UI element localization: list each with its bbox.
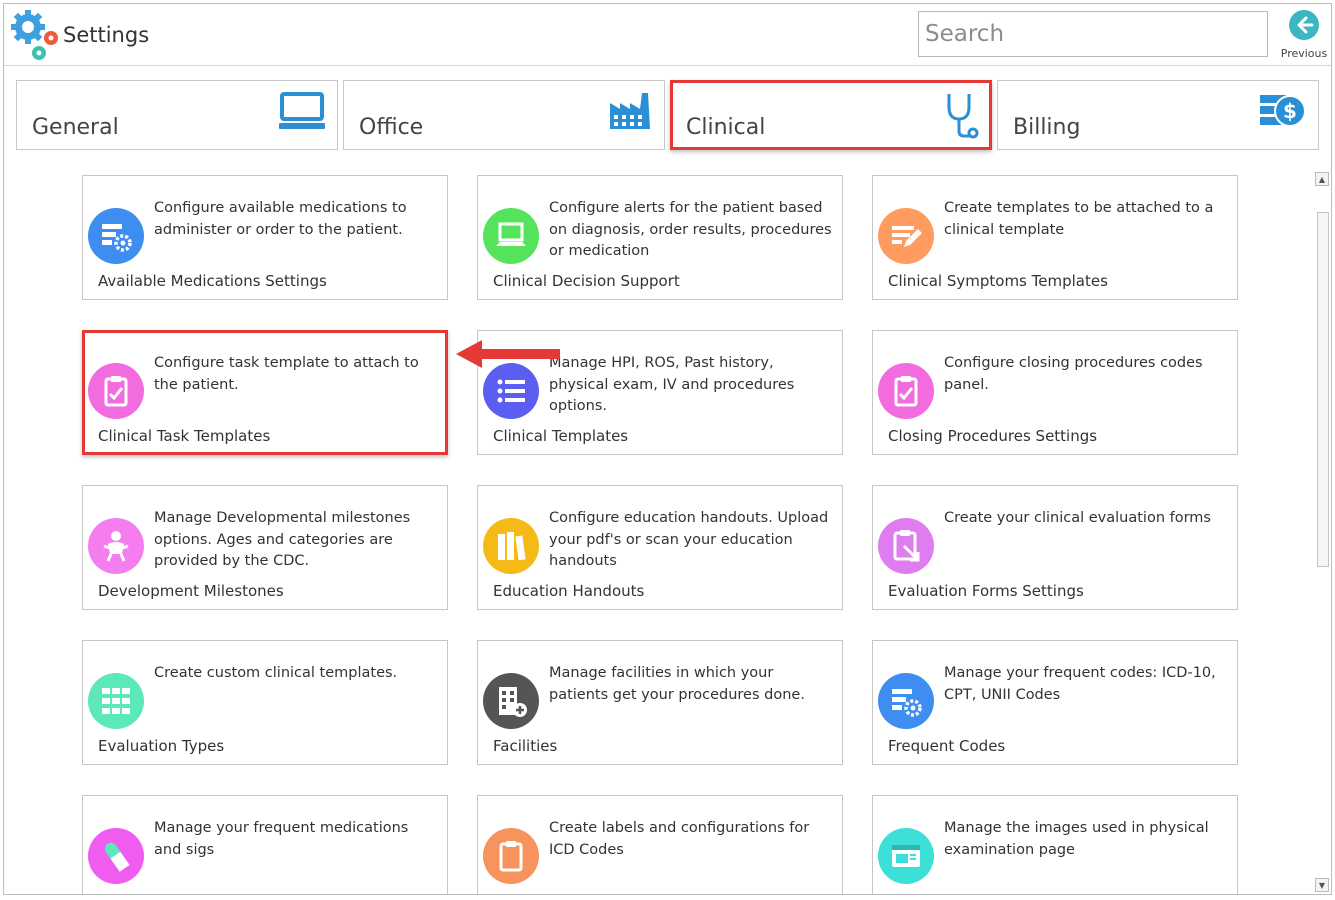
scroll-down-button[interactable]: ▼	[1315, 878, 1329, 892]
card-description: Create templates to be attached to a cli…	[944, 200, 1214, 238]
card-title: Clinical Templates	[493, 427, 629, 445]
card-description: Manage HPI, ROS, Past history, physical …	[549, 355, 795, 414]
clipboard-check-icon	[878, 363, 934, 419]
tab-clinical[interactable]: Clinical	[670, 80, 992, 150]
card-clinical-task-templates[interactable]: Configure task template to attach to the…	[82, 330, 448, 455]
building-add-icon	[483, 673, 539, 729]
tab-office[interactable]: Office	[343, 80, 665, 150]
card-description: Configure available medications to admin…	[154, 200, 407, 238]
card-description: Manage facilities in which your patients…	[549, 665, 805, 703]
card-frequent-codes[interactable]: Manage your frequent codes: ICD-10, CPT,…	[872, 640, 1238, 765]
app-title: Settings	[63, 23, 150, 47]
card-description: Configure task template to attach to the…	[154, 355, 419, 393]
card-education-handouts[interactable]: Configure education handouts. Upload you…	[477, 485, 843, 610]
settings-list-icon	[88, 208, 144, 264]
card-description: Configure alerts for the patient based o…	[549, 200, 832, 259]
stethoscope-icon	[947, 94, 979, 139]
pill-icon	[88, 828, 144, 884]
card-title: Clinical Task Templates	[98, 427, 271, 445]
clipboard-icon	[483, 828, 539, 884]
edit-lines-icon	[878, 208, 934, 264]
books-icon	[483, 518, 539, 574]
card-description: Manage Developmental milestones options.…	[154, 510, 411, 569]
card-title: Clinical Decision Support	[493, 272, 680, 290]
monitor-icon	[279, 92, 325, 129]
search-input[interactable]	[918, 11, 1268, 57]
image-icon	[878, 828, 934, 884]
card-facilities[interactable]: Manage facilities in which your patients…	[477, 640, 843, 765]
card-description: Manage the images used in physical exami…	[944, 820, 1209, 858]
card-title: Available Medications Settings	[98, 272, 327, 290]
tab-billing[interactable]: Billing $	[997, 80, 1319, 150]
tab-label: Clinical	[686, 115, 766, 140]
tab-label: Office	[359, 115, 424, 140]
card-title: Frequent Codes	[888, 737, 1006, 755]
card-title: Education Handouts	[493, 582, 645, 600]
card-development-milestones[interactable]: Manage Developmental milestones options.…	[82, 485, 448, 610]
previous-button[interactable]: Previous	[1278, 7, 1330, 63]
grid-icon	[88, 673, 144, 729]
card-evaluation-forms-settings[interactable]: Create your clinical evaluation forms Ev…	[872, 485, 1238, 610]
vertical-scrollbar[interactable]: ▲ ▼	[1314, 172, 1331, 894]
card-description: Configure closing procedures codes panel…	[944, 355, 1203, 393]
tab-label: General	[32, 115, 119, 140]
money-icon: $	[1260, 95, 1306, 127]
tab-general[interactable]: General	[16, 80, 338, 150]
annotation-arrow	[456, 340, 560, 368]
card-description: Create custom clinical templates.	[154, 665, 398, 681]
scroll-up-button[interactable]: ▲	[1315, 172, 1329, 186]
arrow-left-icon	[1289, 10, 1319, 40]
card-title: Closing Procedures Settings	[888, 427, 1098, 445]
tab-label: Billing	[1013, 115, 1081, 140]
card-title: Clinical Symptoms Templates	[888, 272, 1108, 290]
scroll-thumb[interactable]	[1317, 212, 1329, 567]
card-evaluation-types[interactable]: Create custom clinical templates. Evalua…	[82, 640, 448, 765]
card-available-medications-settings[interactable]: Configure available medications to admin…	[82, 175, 448, 300]
card-title: Evaluation Types	[98, 737, 225, 755]
svg-text:$: $	[1283, 99, 1297, 123]
card-clinical-symptoms-templates[interactable]: Create templates to be attached to a cli…	[872, 175, 1238, 300]
card-description: Configure education handouts. Upload you…	[549, 510, 829, 569]
card-description: Create your clinical evaluation forms	[944, 510, 1211, 526]
header-divider	[4, 65, 1331, 66]
card-description: Manage your frequent medications and sig…	[154, 820, 409, 858]
card-description: Create labels and configurations for ICD…	[549, 820, 810, 858]
scroll-track[interactable]	[1315, 188, 1329, 876]
gears-icon	[11, 10, 58, 60]
card-description: Manage your frequent codes: ICD-10, CPT,…	[944, 665, 1216, 703]
settings-panel: Configure available medications to admin…	[4, 164, 1309, 894]
card-title: Facilities	[493, 737, 558, 755]
card-physical-exam-images[interactable]: Manage the images used in physical exami…	[872, 795, 1238, 894]
card-frequent-medications[interactable]: Manage your frequent medications and sig…	[82, 795, 448, 894]
settings-window: Settings Previous General Office Clinica…	[3, 3, 1332, 895]
clipboard-check-icon	[88, 363, 144, 419]
card-closing-procedures-settings[interactable]: Configure closing procedures codes panel…	[872, 330, 1238, 455]
laptop-icon	[483, 208, 539, 264]
form-icon	[878, 518, 934, 574]
card-icd-labels[interactable]: Create labels and configurations for ICD…	[477, 795, 843, 894]
card-clinical-decision-support[interactable]: Configure alerts for the patient based o…	[477, 175, 843, 300]
card-title: Evaluation Forms Settings	[888, 582, 1084, 600]
settings-list-icon	[878, 673, 934, 729]
factory-icon	[610, 93, 650, 129]
previous-label: Previous	[1280, 47, 1328, 60]
card-title: Development Milestones	[98, 582, 284, 600]
baby-icon	[88, 518, 144, 574]
